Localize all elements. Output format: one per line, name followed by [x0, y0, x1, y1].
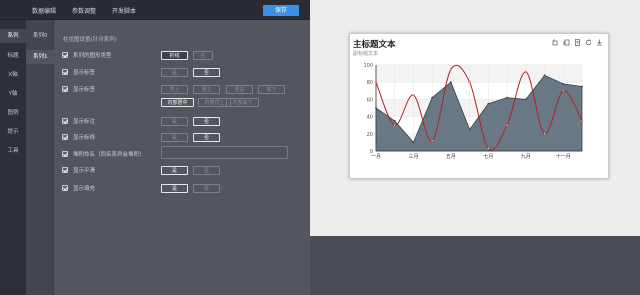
line-point [543, 132, 546, 135]
option-bottom[interactable]: 底下 [258, 85, 285, 94]
stack-name-input[interactable] [161, 146, 288, 159]
setting-row-smooth: 显示平滑 [62, 165, 95, 175]
option-yes[interactable]: 是 [161, 166, 188, 175]
setting-label: 显示标签 [73, 70, 96, 76]
line-point [505, 124, 509, 127]
area-point [468, 128, 471, 131]
line-point [562, 89, 565, 92]
checkbox[interactable] [62, 118, 68, 124]
setting-label: 显示标注 [73, 119, 96, 125]
option-yes[interactable]: 是 [161, 117, 188, 126]
line-point [487, 147, 490, 150]
setting-label: 显示标签 [73, 87, 96, 93]
preview-footer [310, 236, 640, 295]
option-no[interactable]: 否 [193, 133, 220, 142]
area-point [393, 120, 396, 122]
setting-label: 堆积命名（同名系列会堆积） [73, 152, 145, 158]
y-tick-label: 60 [367, 97, 373, 103]
area-point [450, 81, 452, 84]
tab-dev-script[interactable]: 开发脚本 [112, 6, 136, 15]
option-right[interactable]: 居右 [226, 85, 253, 94]
series-list: 系列0 系列1 [26, 20, 54, 295]
line-point [393, 124, 396, 127]
line-point [524, 70, 527, 74]
setting-label: 显示标线 [73, 135, 96, 141]
option-inside-center[interactable]: 内部居中 [161, 98, 194, 107]
tab-param-adjust[interactable]: 参数调整 [72, 6, 96, 15]
line-chart: 020406080100一月 三月 五月 七月 九月 十一月 [363, 63, 584, 160]
setting-row-fill: 显示填充 [62, 183, 95, 193]
x-tick-label: 九月 [521, 153, 531, 160]
save-button[interactable]: 保存 [263, 5, 299, 16]
checkbox[interactable] [62, 185, 68, 191]
option-yes[interactable]: 是 [161, 184, 188, 193]
nav-item-series[interactable]: 系列 [0, 29, 26, 43]
y-tick-label: 100 [363, 63, 373, 69]
setting-row-markline: 显示标线 [62, 132, 95, 142]
area-point [431, 96, 434, 99]
setting-row-chart-type: 系列的图形类型 [62, 50, 112, 60]
nav-item-legend[interactable]: 图例 [0, 106, 26, 120]
option-bar[interactable]: 柱 [193, 51, 213, 60]
option-no[interactable]: 否 [193, 184, 220, 193]
chart-preview-card: 主标题文本 副标题文本 0 20 40 60 80 100 一月 三月 五月 七月 九月 十一月 [349, 33, 609, 179]
y-tick-label: 20 [367, 132, 373, 138]
area-point [375, 107, 377, 109]
area-point [524, 98, 527, 101]
setting-row-show-label: 显示标签 [62, 67, 95, 77]
series-item-0[interactable]: 系列0 [26, 29, 54, 43]
setting-label: 显示填充 [73, 186, 96, 192]
x-tick-label: 五月 [446, 154, 456, 160]
checkbox[interactable] [62, 86, 68, 92]
x-tick-label: 三月 [408, 154, 418, 160]
area-point [412, 141, 415, 144]
option-no[interactable]: 否 [193, 68, 220, 77]
checkbox[interactable] [62, 69, 68, 75]
area-point [581, 85, 583, 88]
checkbox[interactable] [62, 151, 68, 157]
option-yes[interactable]: 是 [161, 68, 188, 77]
line-point [468, 81, 471, 84]
setting-row-stack: 堆积命名（同名系列会堆积） [62, 149, 145, 159]
y-tick-label: 40 [367, 115, 373, 121]
nav-item-toolbox[interactable]: 工具 [0, 144, 26, 158]
checkbox[interactable] [62, 52, 68, 58]
checkbox[interactable] [62, 167, 68, 173]
setting-row-markpoint: 显示标注 [62, 116, 95, 126]
line-point [374, 81, 378, 84]
option-no[interactable]: 否 [193, 117, 220, 126]
tab-data-edit[interactable]: 数据编辑 [32, 6, 56, 15]
checkbox[interactable] [62, 134, 68, 140]
series-item-1[interactable]: 系列1 [26, 50, 54, 64]
x-tick-label: 一月 [371, 154, 381, 160]
line-point [449, 68, 453, 71]
setting-row-label-position: 显示标签 [62, 84, 95, 94]
option-no[interactable]: 否 [193, 166, 220, 175]
option-left[interactable]: 居左 [193, 85, 220, 94]
panel-heading: 柱状图设置(针对系列) [63, 37, 117, 43]
area-point [487, 102, 490, 105]
option-top[interactable]: 顶上 [161, 85, 188, 94]
top-toolbar: 数据编辑 参数调整 开发脚本 保存 [0, 0, 310, 20]
nav-item-y-axis[interactable]: Y轴 [0, 87, 26, 101]
y-tick-label: 80 [367, 80, 373, 86]
line-point [580, 119, 584, 123]
series-settings-panel: 柱状图设置(针对系列) 系列的图形类型 折线 柱 显示标签 是 否 显示标签 顶… [54, 20, 310, 295]
area-point [543, 74, 546, 77]
nav-item-tooltip[interactable]: 提示 [0, 125, 26, 139]
line-point [412, 93, 415, 97]
option-yes[interactable]: 是 [161, 133, 188, 142]
option-inside-bottom[interactable]: 内部底下 [226, 98, 259, 107]
setting-label: 系列的图形类型 [73, 53, 112, 59]
nav-item-title[interactable]: 标题 [0, 49, 26, 63]
area-point [562, 83, 565, 85]
x-tick-label: 十一月 [556, 153, 571, 160]
option-line[interactable]: 折线 [161, 51, 188, 60]
setting-label: 显示平滑 [73, 168, 96, 174]
area-point [506, 96, 508, 99]
line-point [431, 139, 434, 142]
nav-item-x-axis[interactable]: X轴 [0, 68, 26, 82]
settings-category-nav: 系列 标题 X轴 Y轴 图例 提示 工具 [0, 20, 26, 295]
x-tick-label: 七月 [483, 153, 493, 160]
